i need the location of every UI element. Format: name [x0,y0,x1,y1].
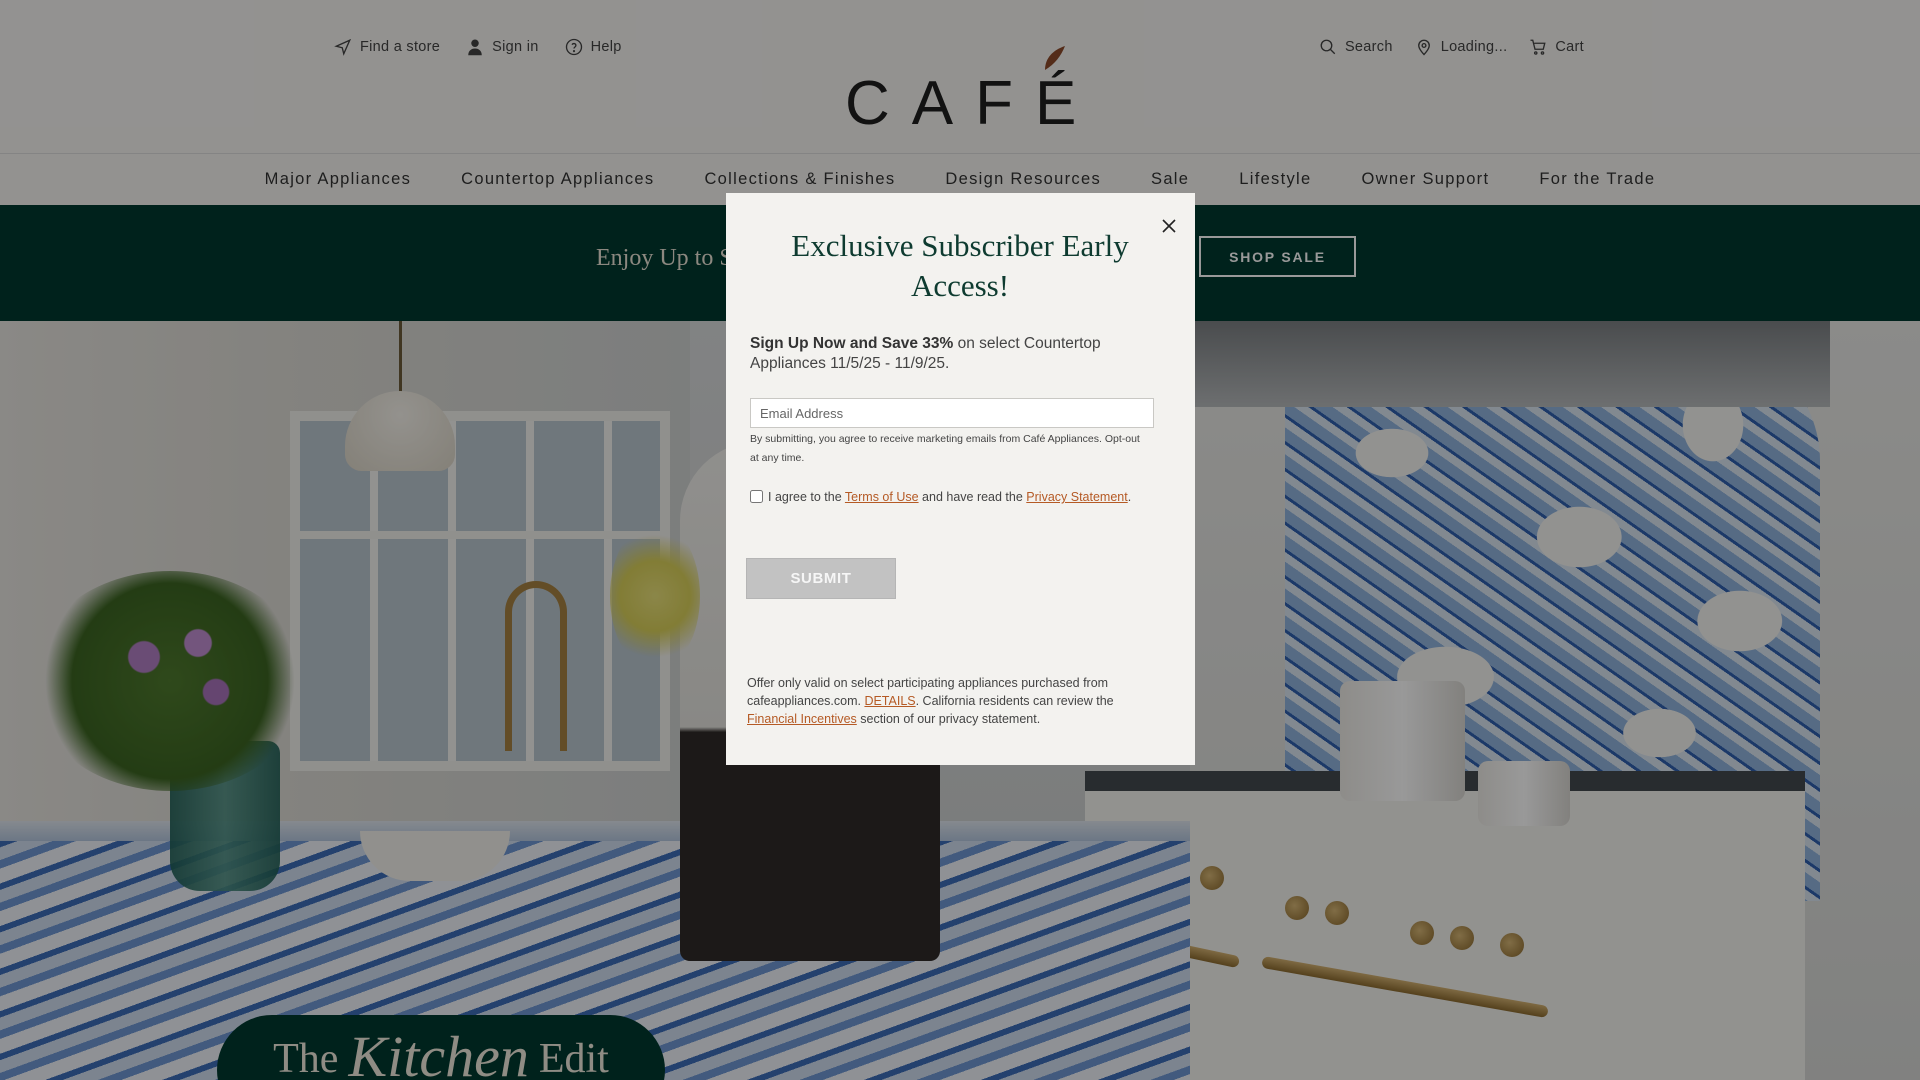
offer-text-3: section of our privacy statement. [856,712,1041,726]
email-field[interactable] [750,398,1154,428]
financial-incentives-link[interactable]: Financial Incentives [747,712,857,726]
submit-button[interactable]: SUBMIT [746,558,896,599]
lead-bold: Sign Up Now and Save 33% [750,335,954,352]
offer-disclaimer: Offer only valid on select participating… [747,674,1167,728]
offer-text-2: . California residents can review the [915,694,1114,708]
privacy-link[interactable]: Privacy Statement [1026,490,1127,504]
agree-suffix: . [1127,490,1132,504]
modal-lead: Sign Up Now and Save 33% on select Count… [750,334,1150,374]
agree-checkbox[interactable] [750,490,763,503]
terms-link[interactable]: Terms of Use [845,490,919,504]
consent-text: By submitting, you agree to receive mark… [750,433,1140,464]
agree-text: I agree to the Terms of Use and have rea… [768,490,1131,504]
modal-title: Exclusive Subscriber Early Access! [791,228,1129,303]
details-link[interactable]: DETAILS [864,694,915,708]
agree-prefix: I agree to the [768,490,845,504]
agree-middle: and have read the [918,490,1027,504]
agree-row: I agree to the Terms of Use and have rea… [750,490,1170,504]
